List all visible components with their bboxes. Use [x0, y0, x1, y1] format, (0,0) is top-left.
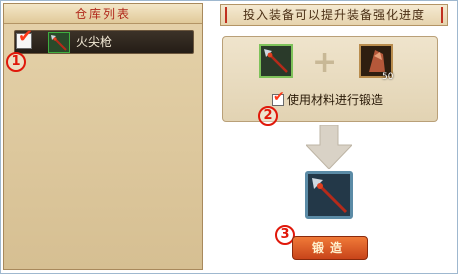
arrow-down-icon — [306, 125, 352, 169]
check-icon: ✔ — [273, 89, 285, 105]
item-checkbox[interactable]: ✔ — [16, 27, 33, 49]
forge-hint: 投入装备可以提升装备强化进度 — [220, 4, 448, 26]
plus-icon: + — [312, 45, 338, 80]
use-material-label: 使用材料进行锻造 — [287, 93, 384, 107]
warehouse-title: 仓库列表 — [4, 4, 202, 24]
forge-result-slot[interactable] — [305, 171, 353, 219]
spear-item-icon[interactable] — [48, 32, 70, 53]
callout-badge-1: 1 — [6, 52, 26, 72]
item-name: 火尖枪 — [76, 35, 113, 49]
forge-button[interactable]: 锻造 — [292, 236, 368, 260]
equipment-slot[interactable] — [259, 44, 293, 78]
callout-badge-2: 2 — [258, 106, 278, 126]
use-material-checkbox[interactable]: ✔ — [272, 89, 285, 106]
material-count: 50 — [382, 72, 394, 82]
check-icon: ✔ — [18, 26, 34, 47]
